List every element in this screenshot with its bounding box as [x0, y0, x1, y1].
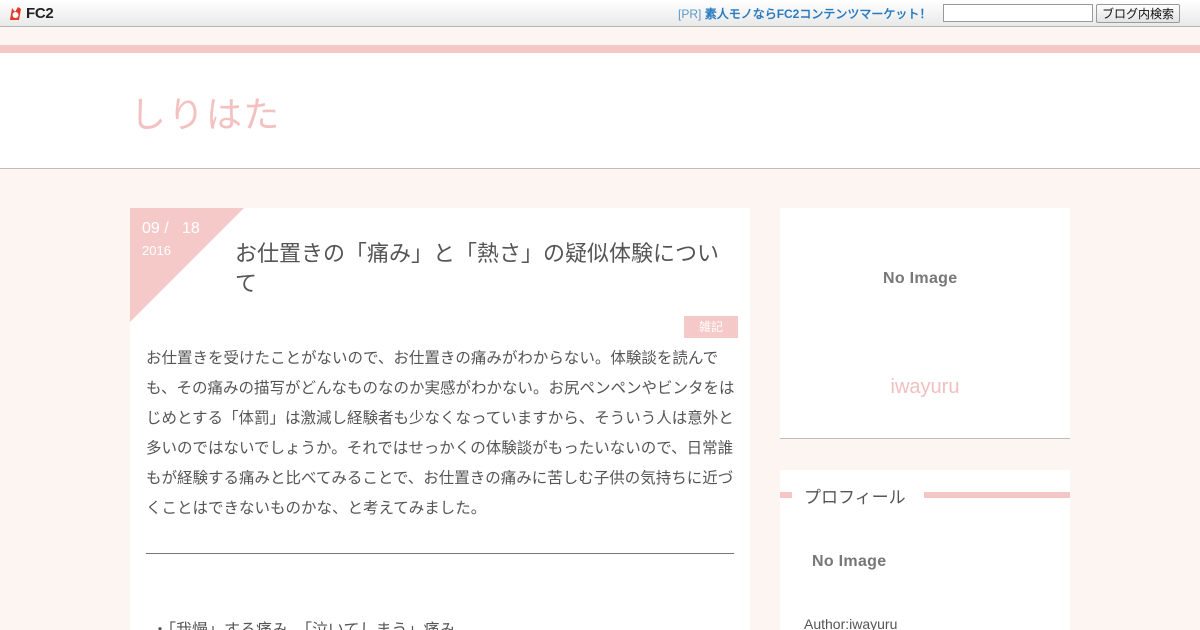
blog-title[interactable]: しりはた [130, 86, 281, 138]
widget-title-bar-left [780, 492, 792, 498]
blog-search-input[interactable] [943, 4, 1093, 22]
article-list-item: ・「我慢」する痛み、「泣いてしまう」痛み [152, 620, 456, 630]
article-date-month-day: 09 / 18 [142, 220, 200, 237]
profile-widget: プロフィール No Image Author:iwayuru [780, 470, 1070, 630]
profile-widget-title: プロフィール [804, 488, 906, 508]
author-card: No Image iwayuru [780, 208, 1070, 439]
fc2-toolbar: FC2 [PR] 素人モノならFC2コンテンツマーケット！ ブログ内検索 [0, 0, 1200, 27]
fc2-logo-icon [7, 5, 24, 22]
article-date-year: 2016 [142, 243, 171, 258]
article-title[interactable]: お仕置きの「痛み」と「熱さ」の疑似体験について [235, 240, 735, 300]
pr-prefix: [PR] [678, 7, 702, 21]
profile-author-line: Author:iwayuru [804, 616, 898, 630]
widget-title-bar-right [924, 492, 1070, 498]
fc2-logo-text: FC2 [26, 5, 54, 22]
profile-no-image-placeholder: No Image [812, 553, 887, 570]
fc2-logo[interactable]: FC2 [7, 4, 54, 23]
card-author-name[interactable]: iwayuru [780, 376, 1070, 399]
no-image-placeholder: No Image [883, 270, 958, 287]
header-accent-strip [0, 45, 1200, 53]
blog-header: しりはた [0, 53, 1200, 169]
blog-search-button[interactable]: ブログ内検索 [1096, 4, 1180, 23]
article-body: お仕置きを受けたことがないので、お仕置きの痛みがわからない。体験談を読んでも、そ… [146, 349, 735, 517]
category-tag[interactable]: 雑記 [684, 316, 738, 338]
pr-text: 素人モノならFC2コンテンツマーケット！ [704, 7, 932, 21]
article-entry: 09 / 18 2016 お仕置きの「痛み」と「熱さ」の疑似体験について 雑記 … [130, 208, 750, 630]
article-divider [146, 553, 734, 554]
pr-ad-link[interactable]: [PR] 素人モノならFC2コンテンツマーケット！ [678, 5, 931, 22]
